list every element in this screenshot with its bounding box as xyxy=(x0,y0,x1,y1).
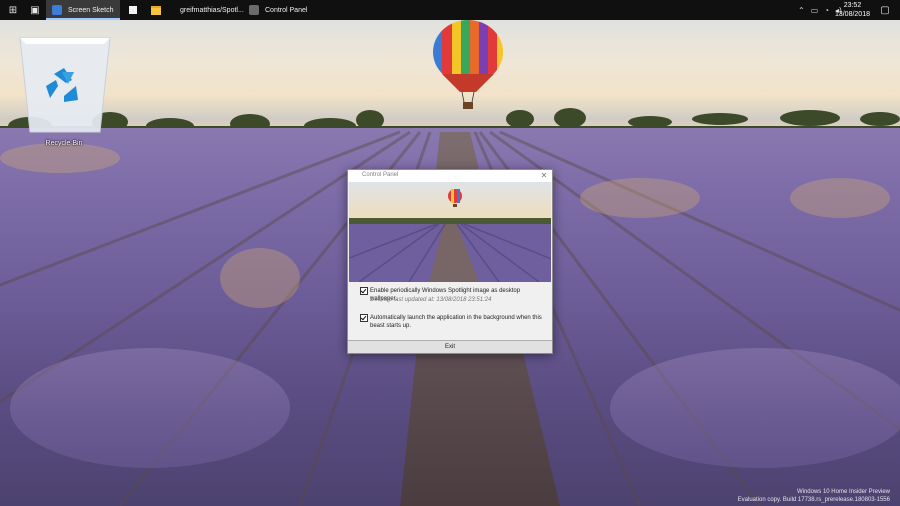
window-title: Control Panel xyxy=(362,172,399,178)
window-titlebar[interactable]: Control Panel ✕ xyxy=(348,170,552,182)
recycle-bin-label: Recycle Bin xyxy=(45,140,83,147)
task-view-icon[interactable]: ▣ xyxy=(24,0,46,20)
notifications-icon[interactable]: ▢ xyxy=(874,0,896,20)
control-panel-window: Control Panel ✕ Enable periodically Wind xyxy=(347,169,553,354)
control-panel-icon xyxy=(249,5,259,15)
taskbar-item-github[interactable]: greifmatthias/Spotl... xyxy=(168,0,244,20)
last-updated-text: Desktop last updated at: 13/08/2018 23:5… xyxy=(370,297,492,303)
taskbar-item-label: Screen Sketch xyxy=(68,6,114,14)
taskbar-item-screen-sketch[interactable]: Screen Sketch xyxy=(46,0,120,20)
network-icon[interactable]: ◔ xyxy=(824,6,829,15)
start-icon[interactable]: ⊞ xyxy=(2,0,24,20)
clock-date: 13/08/2018 xyxy=(834,11,870,18)
watermark-line-2: Evaluation copy. Build 17738.rs_prerelea… xyxy=(737,497,890,503)
recycle-bin[interactable]: Recycle Bin xyxy=(14,28,114,152)
taskbar-item-label: Control Panel xyxy=(265,6,308,14)
battery-icon[interactable]: ▭ xyxy=(811,6,819,15)
watermark-line-1: Windows 10 Home Insider Preview xyxy=(796,489,890,495)
taskbar-item-control-panel[interactable]: Control Panel xyxy=(243,0,313,20)
recycle-bin-icon xyxy=(19,37,111,133)
file-explorer-icon[interactable] xyxy=(145,0,167,20)
taskbar-item-label: greifmatthias/Spotl... xyxy=(180,6,244,14)
chevron-up-icon[interactable]: ⌃ xyxy=(798,6,805,15)
screen-sketch-icon xyxy=(52,5,62,15)
close-icon[interactable]: ✕ xyxy=(538,170,550,182)
exit-button[interactable]: Exit xyxy=(348,340,552,353)
hot-air-balloon xyxy=(433,20,503,109)
taskbar-clock[interactable]: 23:52 13/08/2018 xyxy=(835,1,870,19)
taskbar: ⊞ ▣ Screen Sketch greifmatthias/Spotl...… xyxy=(0,0,900,20)
enable-spotlight-checkbox[interactable] xyxy=(360,287,368,295)
auto-launch-checkbox[interactable] xyxy=(360,314,368,322)
clock-time: 23:52 xyxy=(843,2,862,9)
option-label: Automatically launch the application in … xyxy=(370,315,542,329)
sticky-notes-icon[interactable] xyxy=(122,0,144,20)
windows-watermark: Windows 10 Home Insider Preview Evaluati… xyxy=(738,488,890,504)
wallpaper-preview-image xyxy=(349,182,551,282)
